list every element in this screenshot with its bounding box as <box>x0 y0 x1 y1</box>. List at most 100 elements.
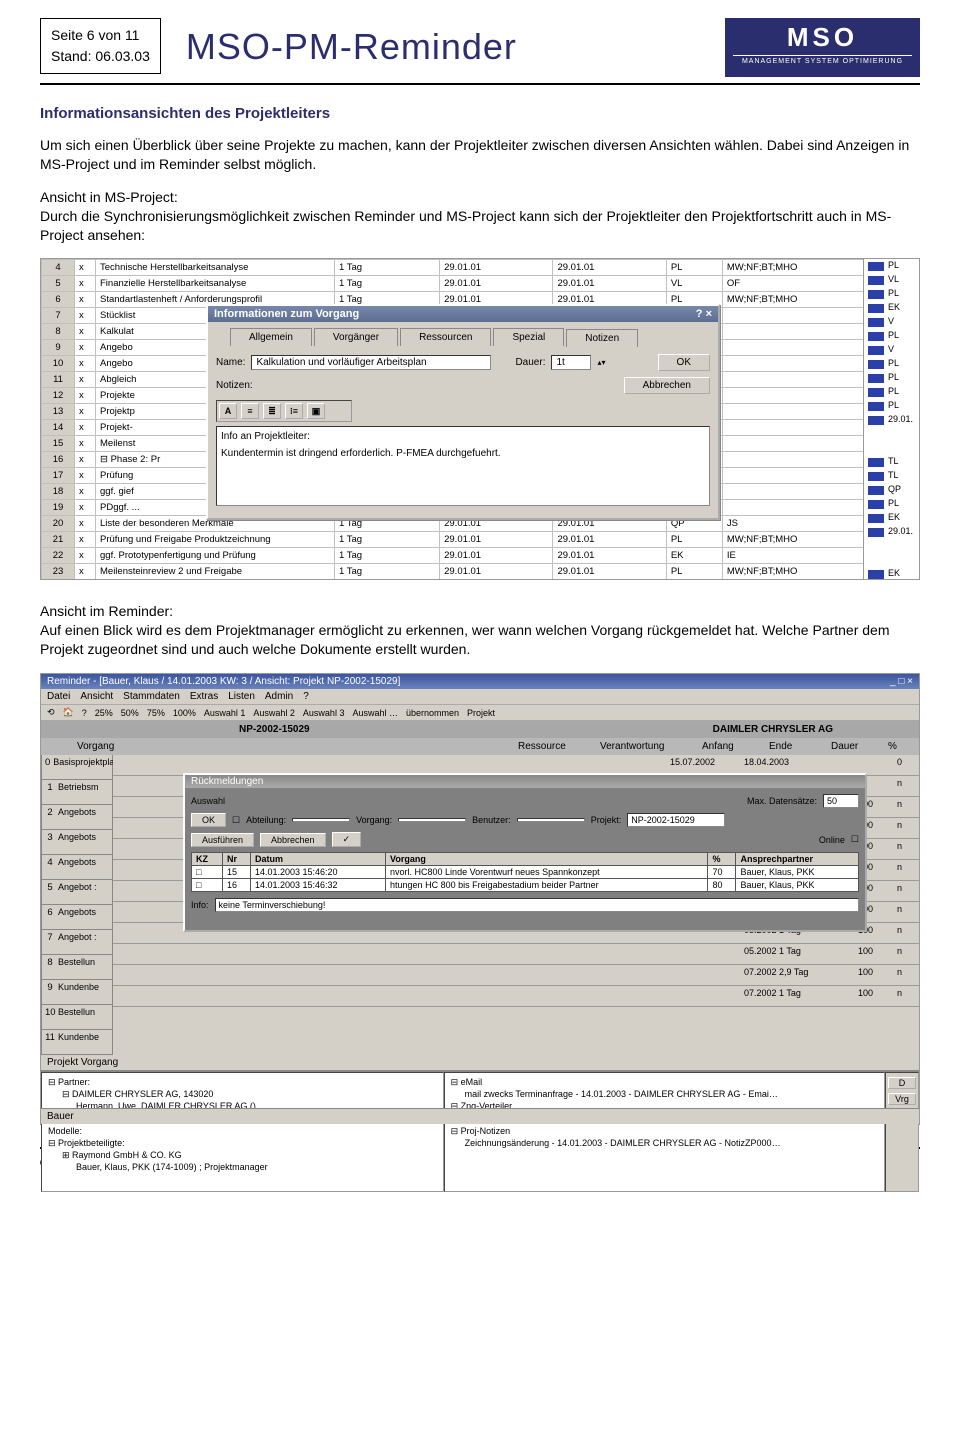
tree-participants[interactable]: ⊟ Projektbeteiligte: <box>48 1137 437 1149</box>
customer-name: DAIMLER CHRYSLER AG <box>707 724 839 735</box>
bottom-tabs[interactable]: Projekt Vorgang <box>41 1055 919 1071</box>
doctype-vrg-button[interactable]: Vrg <box>888 1093 916 1105</box>
tree-participant-2[interactable]: Bauer, Klaus, PKK (174-1009) ; Projektma… <box>76 1161 437 1173</box>
toolbar-icon[interactable]: ⟲ <box>47 707 55 718</box>
menu-item[interactable]: Listen <box>228 691 255 702</box>
font-icon[interactable]: A <box>219 403 237 419</box>
cancel-button[interactable]: Abbrechen <box>624 377 710 394</box>
task-row[interactable]: 4Angebots <box>41 855 113 880</box>
doc-title: MSO-PM-Reminder <box>186 26 725 68</box>
dialog-titlebar[interactable]: Informationen zum Vorgang ? × <box>208 306 718 322</box>
task-row[interactable]: 9Kundenbe <box>41 980 113 1005</box>
ausfuehren-button[interactable]: Ausführen <box>191 833 254 847</box>
benutzer-input[interactable] <box>517 818 585 822</box>
menu-item[interactable]: Admin <box>265 691 293 702</box>
dialog-tab[interactable]: Allgemein <box>230 328 312 346</box>
task-row[interactable]: 8Bestellun <box>41 955 113 980</box>
info-input[interactable]: keine Terminverschiebung! <box>215 898 859 912</box>
name-label: Name: <box>216 357 245 368</box>
task-row[interactable]: 3Angebots <box>41 830 113 855</box>
toolbar-item[interactable]: Auswahl … <box>352 708 398 718</box>
projekt-input[interactable]: NP-2002-15029 <box>627 813 725 827</box>
object-icon[interactable]: ▣ <box>307 403 325 419</box>
align-left-icon[interactable]: ≡ <box>241 403 259 419</box>
project-number: NP-2002-15029 <box>233 724 707 735</box>
task-row[interactable]: 5Angebot : <box>41 880 113 905</box>
data-row[interactable]: 07.2002 1 Tag100n <box>113 986 919 1007</box>
toolbar-icon[interactable]: 🏠 <box>63 707 74 718</box>
toolbar-item[interactable]: 25% <box>95 708 113 718</box>
column-headers: Vorgang Ressource Verantwortung Anfang E… <box>41 738 919 755</box>
stepper-icon[interactable]: ▴▾ <box>597 358 605 367</box>
toolbar-item[interactable]: 75% <box>147 708 165 718</box>
task-row[interactable]: 6Angebots <box>41 905 113 930</box>
abbrechen-button[interactable]: Abbrechen <box>260 833 326 847</box>
align-center-icon[interactable]: ≣ <box>263 403 281 419</box>
ok-button[interactable]: OK <box>658 354 710 371</box>
dialog-tab[interactable]: Spezial <box>493 328 564 346</box>
notes-textarea[interactable]: Info an Projektleiter: Kundentermin ist … <box>216 426 710 506</box>
toolbar-item[interactable]: 50% <box>121 708 139 718</box>
task-row[interactable]: 11Kundenbe <box>41 1030 113 1055</box>
checkbox-icon[interactable]: ☐ <box>232 815 240 826</box>
toolbar-item[interactable]: 100% <box>173 708 196 718</box>
toolbar-item[interactable]: Auswahl 1 <box>204 708 246 718</box>
data-row[interactable]: 07.2002 2,9 Tag100n <box>113 965 919 986</box>
toolbar-icon[interactable]: ? <box>82 708 87 718</box>
info-label: Info: <box>191 900 209 910</box>
doc-type-buttons: D Vrg q <box>885 1072 919 1192</box>
tree-email[interactable]: ⊟ eMail <box>451 1076 878 1088</box>
tree-notes[interactable]: ⊟ Proj-Notizen <box>451 1125 878 1137</box>
notes-line2: Kundentermin ist dringend erforderlich. … <box>221 448 705 459</box>
maxds-input[interactable]: 50 <box>823 794 859 808</box>
tree-models[interactable]: Modelle: <box>48 1125 437 1137</box>
menu-item[interactable]: Extras <box>190 691 218 702</box>
toolbar-item[interactable]: Projekt <box>467 708 495 718</box>
partner-tree[interactable]: ⊟ Partner: ⊟ DAIMLER CHRYSLER AG, 143020… <box>41 1072 444 1192</box>
tree-root[interactable]: ⊟ Partner: <box>48 1076 437 1088</box>
notes-toolbar: A ≡ ≣ ⁝≡ ▣ <box>216 400 352 422</box>
abteilung-input[interactable] <box>292 818 350 822</box>
toolbar-item[interactable]: übernommen <box>406 708 459 718</box>
tree-partner[interactable]: ⊟ DAIMLER CHRYSLER AG, 143020 <box>62 1088 437 1100</box>
tree-notes-item[interactable]: Zeichnungsänderung - 14.01.2003 - DAIMLE… <box>465 1137 878 1149</box>
menu-item[interactable]: ? <box>303 691 309 702</box>
toolbar-item[interactable]: Auswahl 2 <box>253 708 295 718</box>
toolbar-item[interactable]: Auswahl 3 <box>303 708 345 718</box>
check-button[interactable]: ✓ <box>332 832 362 847</box>
menu-item[interactable]: Ansicht <box>80 691 113 702</box>
statusbar: Bauer <box>41 1108 919 1124</box>
bullets-icon[interactable]: ⁝≡ <box>285 403 303 419</box>
reminder-menubar[interactable]: Datei Ansicht Stammdaten Extras Listen Admin? <box>41 689 919 705</box>
duration-input[interactable]: 1t <box>551 355 591 370</box>
ok-button[interactable]: OK <box>191 813 226 827</box>
vorgang-input[interactable] <box>398 818 466 822</box>
documents-tree[interactable]: ⊟ eMail mail zwecks Terminanfrage - 14.0… <box>444 1072 885 1192</box>
tree-email-item[interactable]: mail zwecks Terminanfrage - 14.01.2003 -… <box>465 1088 878 1100</box>
menu-item[interactable]: Stammdaten <box>123 691 180 702</box>
task-row[interactable]: 10Bestellun <box>41 1005 113 1030</box>
tree-participant-1[interactable]: ⊞ Raymond GmbH & CO. KG <box>62 1149 437 1161</box>
dialog-tab[interactable]: Ressourcen <box>400 328 491 346</box>
page-stand: Stand: 06.03.03 <box>51 46 150 67</box>
window-buttons[interactable]: _ □ × <box>890 676 913 687</box>
page-box: Seite 6 von 11 Stand: 06.03.03 <box>40 18 161 74</box>
data-row[interactable]: 05.2002 1 Tag100n <box>113 944 919 965</box>
online-label: Online <box>819 835 845 845</box>
doctype-d-button[interactable]: D <box>888 1077 916 1089</box>
projekt-label: Projekt: <box>591 815 622 825</box>
name-input[interactable]: Kalkulation und vorläufiger Arbeitsplan <box>251 355 491 370</box>
dialog-tab[interactable]: Vorgänger <box>314 328 398 346</box>
reminder-toolbar[interactable]: ⟲ 🏠? 25% 50% 75% 100% Auswahl 1 Auswahl 2 Auswah… <box>41 705 919 721</box>
task-row[interactable]: 1Betriebsm <box>41 780 113 805</box>
feedback-title[interactable]: Rückmeldungen <box>185 775 865 788</box>
dialog-close-icon[interactable]: ? × <box>696 308 712 320</box>
task-row[interactable]: 0Basisprojektplan <box>41 755 113 780</box>
task-row[interactable]: 2Angebots <box>41 805 113 830</box>
reminder-titlebar[interactable]: Reminder - [Bauer, Klaus / 14.01.2003 KW… <box>41 674 919 689</box>
online-checkbox[interactable]: ☐ <box>851 834 859 845</box>
divider <box>40 83 920 85</box>
dialog-tab[interactable]: Notizen <box>566 329 638 347</box>
menu-item[interactable]: Datei <box>47 691 70 702</box>
task-row[interactable]: 7Angebot : <box>41 930 113 955</box>
